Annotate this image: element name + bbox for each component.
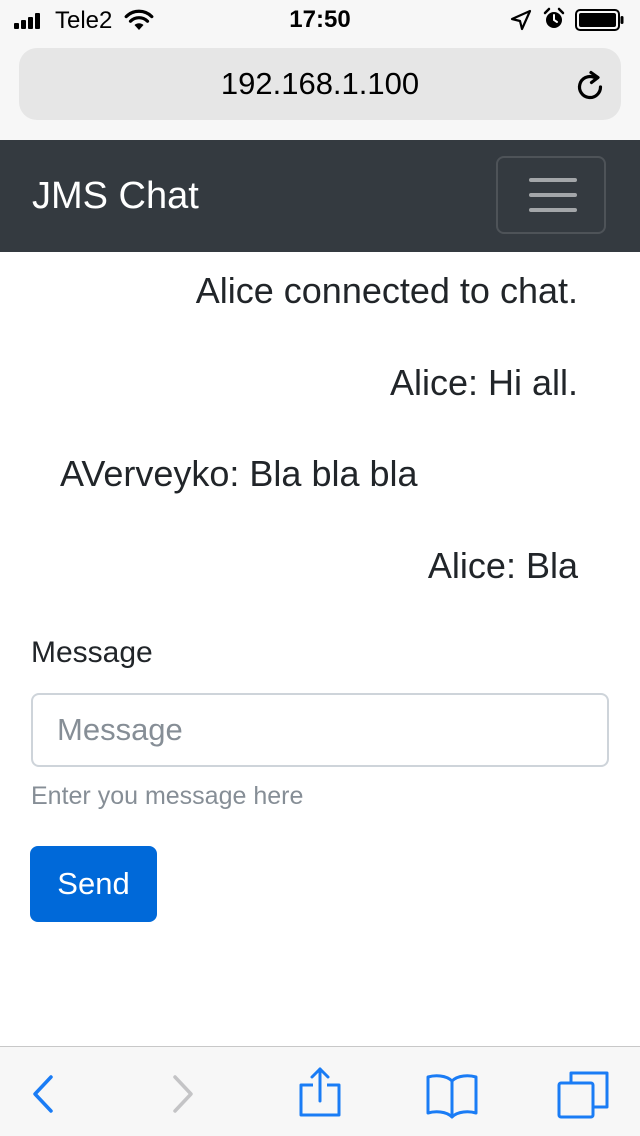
location-icon: [510, 9, 532, 31]
chat-message: Alice connected to chat.: [195, 270, 578, 311]
share-button[interactable]: [290, 1065, 350, 1125]
status-bar: Tele2 17:50: [0, 0, 640, 40]
alarm-icon: [542, 7, 566, 31]
message-input[interactable]: [31, 693, 609, 767]
browser-toolbar: [0, 1046, 640, 1136]
url-field[interactable]: 192.168.1.100: [19, 48, 621, 120]
reload-icon[interactable]: [573, 70, 607, 104]
tabs-icon: [557, 1071, 609, 1119]
url-text[interactable]: 192.168.1.100: [19, 48, 621, 120]
navbar: JMS Chat: [0, 140, 640, 252]
battery-icon: [575, 9, 625, 31]
chat-message: Alice: Hi all.: [389, 362, 578, 403]
back-button[interactable]: [13, 1065, 73, 1125]
navbar-toggler-button[interactable]: [496, 156, 606, 234]
send-button[interactable]: Send: [30, 846, 157, 922]
tabs-button[interactable]: [553, 1065, 613, 1125]
message-label: Message: [31, 636, 153, 669]
forward-button[interactable]: [152, 1065, 212, 1125]
chat-message: AVerveyko: Bla bla bla: [60, 453, 418, 494]
bookmarks-button[interactable]: [422, 1065, 482, 1125]
message-help-text: Enter you message here: [31, 782, 304, 810]
browser-address-bar: 192.168.1.100: [0, 40, 640, 140]
forward-icon: [173, 1075, 193, 1113]
back-icon: [33, 1075, 53, 1113]
chat-message: Alice: Bla: [427, 545, 578, 586]
bookmarks-icon: [426, 1074, 478, 1119]
navbar-brand[interactable]: JMS Chat: [32, 140, 199, 252]
share-icon: [299, 1067, 341, 1117]
